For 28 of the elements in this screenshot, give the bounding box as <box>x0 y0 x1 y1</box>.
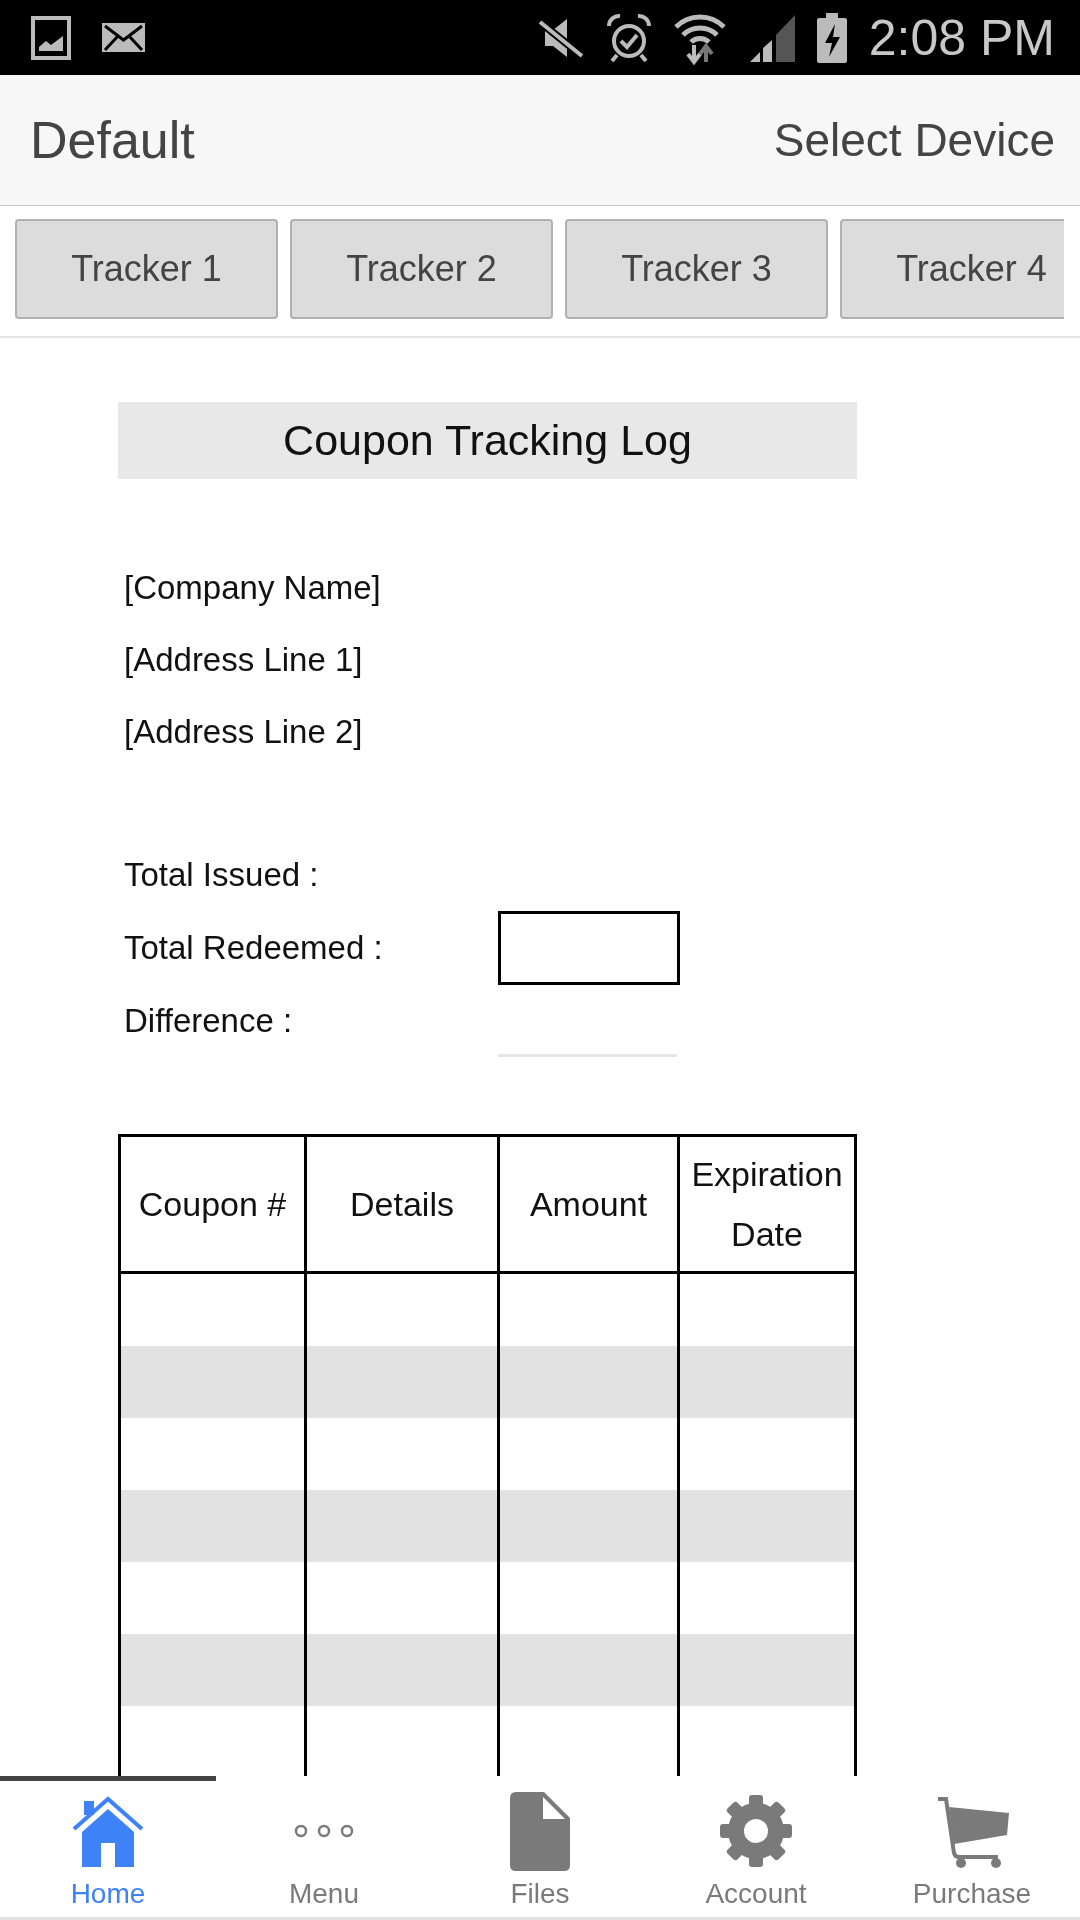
image-icon <box>31 15 71 60</box>
alarm-clock-icon <box>605 12 652 63</box>
file-icon <box>510 1791 570 1871</box>
tracker-tab[interactable]: Tracker 4 <box>840 219 1064 319</box>
three-dots-icon <box>294 1824 354 1838</box>
document-title: Coupon Tracking Log <box>118 402 857 479</box>
column-header: Amount <box>500 1137 680 1271</box>
home-icon <box>72 1795 144 1867</box>
header-title: Default <box>30 110 195 170</box>
column-header: Coupon # <box>121 1137 307 1271</box>
tracker-tab[interactable]: Tracker 1 <box>15 219 278 319</box>
column-header: Details <box>307 1137 500 1271</box>
tracker-tab[interactable]: Tracker 2 <box>290 219 553 319</box>
mail-icon <box>102 23 145 52</box>
tracker-tab[interactable]: Tracker 3 <box>565 219 828 319</box>
cart-icon <box>935 1794 1009 1868</box>
address-line: [Address Line 1] <box>123 640 363 680</box>
battery-charging-icon <box>816 12 847 63</box>
column-header: Expiration Date <box>690 1154 844 1255</box>
total-label: Total Issued : <box>123 855 320 894</box>
total-label: Total Redeemed : <box>123 928 384 967</box>
gear-icon <box>720 1795 792 1867</box>
input-field[interactable] <box>498 910 680 985</box>
select-device-button[interactable]: Select Device <box>773 113 1055 167</box>
address-line: [Address Line 2] <box>123 712 363 752</box>
total-label: Difference : <box>123 1001 294 1040</box>
status-time: 2:08 PM <box>868 12 1055 63</box>
address-line: [Company Name] <box>123 568 381 608</box>
